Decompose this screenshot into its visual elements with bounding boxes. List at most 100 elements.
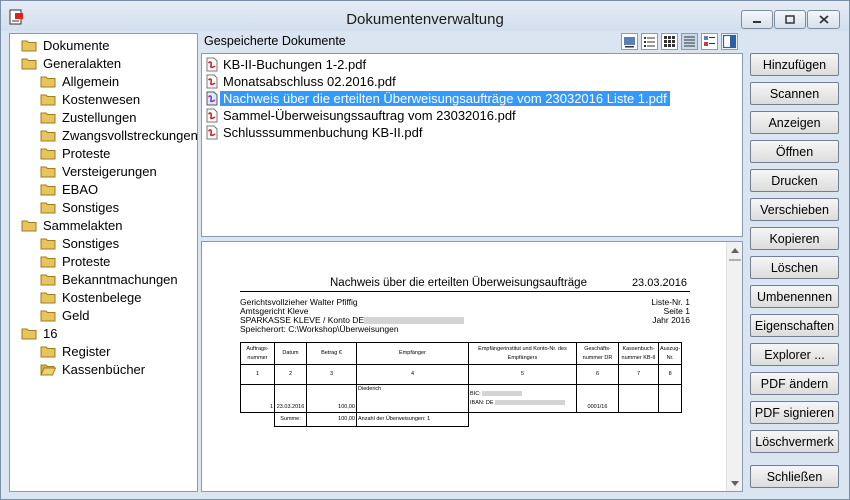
preview-address: Gerichtsvollzieher Walter Pfiffig Amtsge… [240, 298, 465, 334]
view-details-button[interactable] [681, 33, 698, 50]
view-small-icons-button[interactable] [661, 33, 678, 50]
document-preview[interactable]: Nachweis über die erteilten Überweisungs… [201, 241, 743, 492]
tree-item-sonstiges[interactable]: Sonstiges [40, 198, 121, 216]
list-item[interactable]: Monatsabschluss 02.2016.pdf [206, 73, 399, 90]
close-window-button[interactable] [807, 10, 840, 29]
folder-icon [21, 328, 37, 339]
list-item[interactable]: KB-II-Buchungen 1-2.pdf [206, 56, 369, 73]
view-preview-pane-button[interactable] [721, 33, 738, 50]
preview-scrollbar[interactable] [726, 242, 742, 491]
folder-icon [40, 184, 56, 195]
tree-item-ebao[interactable]: EBAO [40, 180, 100, 198]
print-button[interactable]: Drucken [750, 169, 839, 192]
folder-icon [40, 112, 56, 123]
tree-item-kassenbuecher[interactable]: Kassenbücher [40, 360, 148, 378]
tree-item-allgemein[interactable]: Allgemein [40, 72, 121, 90]
add-button[interactable]: Hinzufügen [750, 53, 839, 76]
folder-icon [40, 166, 56, 177]
open-button[interactable]: Öffnen [750, 140, 839, 163]
tree-item-dokumente[interactable]: Dokumente [21, 36, 111, 54]
pdf-file-icon [206, 74, 218, 89]
documents-heading: Gespeicherte Dokumente [204, 34, 346, 48]
list-item-selected[interactable]: Nachweis über die erteilten Überweisungs… [206, 90, 670, 107]
pdf-file-icon [206, 108, 218, 123]
tree-item-sammel-sonstiges[interactable]: Sonstiges [40, 234, 121, 252]
folder-icon [40, 292, 56, 303]
tree-item-sammelakten[interactable]: Sammelakten [21, 216, 124, 234]
folder-icon [40, 346, 56, 357]
tiles-view-icon [704, 36, 715, 46]
tree-item-generalakten[interactable]: Generalakten [21, 54, 123, 72]
folder-icon [40, 202, 56, 213]
folder-icon [21, 220, 37, 231]
open-folder-icon [40, 364, 56, 375]
chevron-up-icon [731, 247, 739, 253]
properties-button[interactable]: Eigenschaften [750, 314, 839, 337]
preview-title: Nachweis über die erteilten Überweisungs… [330, 277, 587, 289]
scroll-down-button[interactable] [727, 475, 743, 491]
close-button[interactable]: Schließen [750, 465, 839, 488]
tree-item-bekanntmachungen[interactable]: Bekanntmachungen [40, 270, 180, 288]
scroll-up-button[interactable] [727, 242, 743, 258]
preview-table: Auftrags-nummer Datum Betrag € Empfänger… [240, 342, 683, 427]
pdf-file-icon [206, 57, 218, 72]
folder-icon [40, 76, 56, 87]
preview-pane-icon [722, 34, 737, 49]
app-window: Dokumentenverwaltung Dokumente Generalak… [0, 0, 850, 500]
folder-icon [40, 130, 56, 141]
pdf-file-icon [206, 125, 218, 140]
table-summary-row: Summe: 100,00 Anzahl der Überweisungen: … [240, 412, 682, 427]
minimize-button[interactable] [741, 10, 773, 29]
preview-list-info: Liste-Nr. 1 Seite 1 Jahr 2016 [651, 297, 690, 325]
edit-pdf-button[interactable]: PDF ändern [750, 372, 839, 395]
folder-icon [40, 256, 56, 267]
explorer-button[interactable]: Explorer ... [750, 343, 839, 366]
tree-item-kostenbelege[interactable]: Kostenbelege [40, 288, 144, 306]
tree-item-proteste[interactable]: Proteste [40, 144, 112, 162]
scan-button[interactable]: Scannen [750, 82, 839, 105]
preview-title-row: Nachweis über die erteilten Überweisungs… [240, 277, 690, 292]
view-button[interactable]: Anzeigen [750, 111, 839, 134]
copy-button[interactable]: Kopieren [750, 227, 839, 250]
list-item[interactable]: Sammel-Überweisungssauftrag vom 23032016… [206, 107, 519, 124]
folder-icon [40, 94, 56, 105]
view-list-button[interactable] [641, 33, 658, 50]
folder-icon [40, 274, 56, 285]
sign-pdf-button[interactable]: PDF signieren [750, 401, 839, 424]
deletion-note-button[interactable]: Löschvermerk [750, 430, 839, 453]
pdf-file-icon [206, 91, 218, 106]
chevron-down-icon [731, 480, 739, 486]
list-item[interactable]: Schlusssummenbuchung KB-II.pdf [206, 124, 425, 141]
tree-item-zustellungen[interactable]: Zustellungen [40, 108, 138, 126]
table-row: 1 23.03.2016 100,00 Diederich BIC: IBAN:… [240, 384, 683, 413]
scroll-thumb[interactable] [729, 259, 741, 261]
folder-tree[interactable]: Dokumente Generalakten Allgemein Kostenw… [9, 33, 198, 492]
tree-item-geld[interactable]: Geld [40, 306, 91, 324]
move-button[interactable]: Verschieben [750, 198, 839, 221]
view-tiles-button[interactable] [701, 33, 718, 50]
window-title: Dokumentenverwaltung [346, 11, 504, 28]
tree-item-sammel-proteste[interactable]: Proteste [40, 252, 112, 270]
close-icon [818, 15, 829, 24]
small-icons-icon [664, 36, 675, 47]
delete-button[interactable]: Löschen [750, 256, 839, 279]
redacted-iban [495, 399, 566, 405]
folder-icon [40, 238, 56, 249]
maximize-icon [785, 15, 795, 24]
view-large-icons-button[interactable] [621, 33, 638, 50]
tree-item-16[interactable]: 16 [21, 324, 59, 342]
folder-icon [40, 310, 56, 321]
redacted-bic [482, 390, 523, 396]
minimize-icon [753, 20, 761, 23]
list-view-icon [644, 37, 655, 47]
tree-item-register[interactable]: Register [40, 342, 112, 360]
maximize-button[interactable] [774, 10, 806, 29]
rename-button[interactable]: Umbenennen [750, 285, 839, 308]
view-toolbar [621, 33, 738, 51]
folder-icon [40, 148, 56, 159]
tree-item-zwangsvollstreckungen[interactable]: Zwangsvollstreckungen [40, 126, 197, 144]
document-list[interactable]: KB-II-Buchungen 1-2.pdf Monatsabschluss … [201, 53, 743, 237]
tree-item-kostenwesen[interactable]: Kostenwesen [40, 90, 142, 108]
tree-item-versteigerungen[interactable]: Versteigerungen [40, 162, 159, 180]
details-view-icon [684, 36, 695, 47]
